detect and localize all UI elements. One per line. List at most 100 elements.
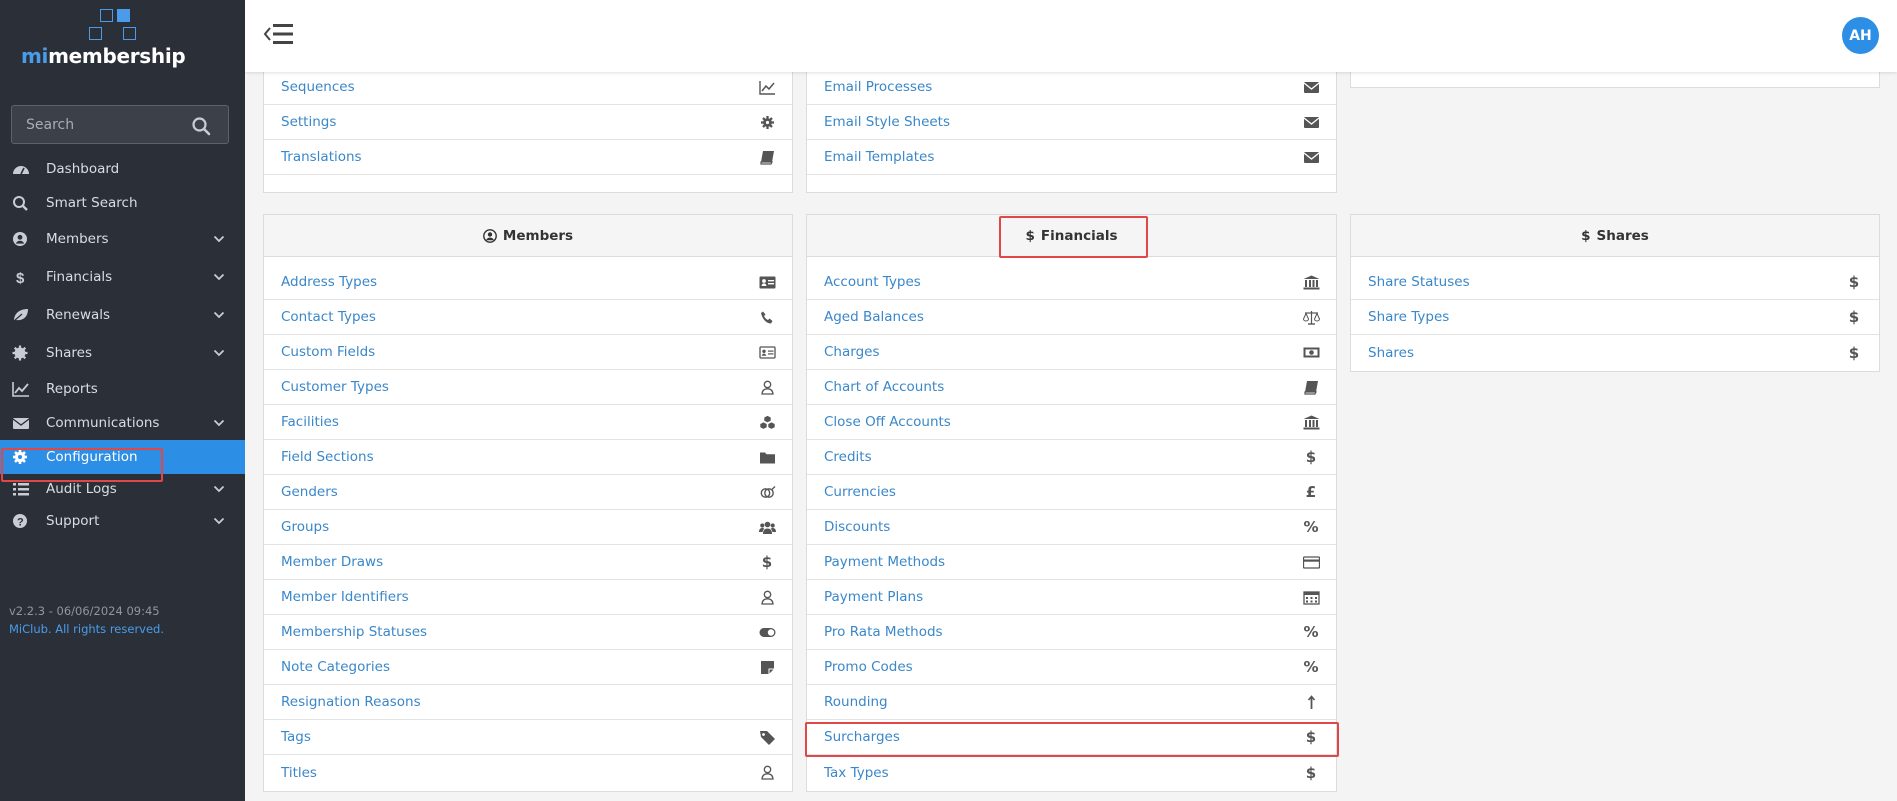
panel-system: Scheduled JobsSequencesSettingsTranslati… xyxy=(263,44,793,193)
chevron-down-icon[interactable] xyxy=(213,483,225,495)
list-item-label: Credits xyxy=(824,449,872,465)
list-item-label: Note Categories xyxy=(281,659,391,675)
list-item-label: Facilities xyxy=(281,414,339,430)
list-item-label: Member Identifiers xyxy=(281,589,409,605)
list-item-contact-types[interactable]: Contact Types xyxy=(264,300,792,335)
list-item-address-types[interactable]: Address Types xyxy=(264,265,792,300)
list-item-promo-codes[interactable]: Promo Codes% xyxy=(807,650,1336,685)
list-item-share-types[interactable]: Share Types $ xyxy=(1351,300,1879,335)
panel-title: Financials xyxy=(1040,227,1118,244)
copyright-link[interactable]: MiClub. All rights reserved. xyxy=(9,622,164,636)
list-item-pro-rata-methods[interactable]: Pro Rata Methods% xyxy=(807,615,1336,650)
sidebar-toggle-icon[interactable] xyxy=(263,22,295,46)
nav-item-financials[interactable]: $ Financials xyxy=(0,258,245,296)
list-item-discounts[interactable]: Discounts% xyxy=(807,510,1336,545)
arrow-up-icon xyxy=(1302,694,1320,710)
chevron-down-icon[interactable] xyxy=(213,271,225,283)
list-item-credits[interactable]: Credits $ xyxy=(807,440,1336,475)
list-item-facilities[interactable]: Facilities xyxy=(264,405,792,440)
chevron-down-icon[interactable] xyxy=(213,417,225,429)
panel-title: Members xyxy=(502,227,574,244)
nav-item-members[interactable]: Members xyxy=(0,220,245,258)
logo-suffix: membership xyxy=(48,44,186,68)
list-item-genders[interactable]: Genders xyxy=(264,475,792,510)
list-item-label: Share Types xyxy=(1368,309,1450,325)
list-item-settings[interactable]: Settings xyxy=(264,105,792,140)
list-item-field-sections[interactable]: Field Sections xyxy=(264,440,792,475)
list-item-label: Aged Balances xyxy=(824,309,924,325)
list-item-tags[interactable]: Tags xyxy=(264,720,792,755)
list-item-label: Sequences xyxy=(281,79,355,95)
nav-item-support[interactable]: ? Support xyxy=(0,504,245,538)
nav-label: Smart Search xyxy=(46,195,138,211)
list-item-aged-balances[interactable]: Aged Balances xyxy=(807,300,1336,335)
list-item-shares[interactable]: Shares $ xyxy=(1351,335,1879,370)
list-item-chart-of-accounts[interactable]: Chart of Accounts xyxy=(807,370,1336,405)
list-item-member-identifiers[interactable]: Member Identifiers xyxy=(264,580,792,615)
chevron-down-icon[interactable] xyxy=(213,309,225,321)
app-logo[interactable]: mimembership xyxy=(0,0,245,72)
nav-item-shares[interactable]: Shares xyxy=(0,334,245,372)
list-item-resignation-reasons[interactable]: Resignation Reasons xyxy=(264,685,792,720)
list-item-share-statuses[interactable]: Share Statuses $ xyxy=(1351,265,1879,300)
list-item-email-processes[interactable]: Email Processes xyxy=(807,70,1336,105)
list-item-note-categories[interactable]: Note Categories xyxy=(264,650,792,685)
nav-item-reports[interactable]: Reports xyxy=(0,372,245,406)
list-item-payment-methods[interactable]: Payment Methods xyxy=(807,545,1336,580)
nav-item-dashboard[interactable]: Dashboard xyxy=(0,152,245,186)
search-icon[interactable] xyxy=(191,116,211,136)
sidebar: mimembership Dashboard Smart Search Member… xyxy=(0,0,245,801)
list-item-label: Tax Types xyxy=(824,764,889,781)
list-item-member-draws[interactable]: Member Draws $ xyxy=(264,545,792,580)
panel-financials-header: $ Financials xyxy=(807,215,1336,257)
list-item-close-off-accounts[interactable]: Close Off Accounts xyxy=(807,405,1336,440)
calendar-icon xyxy=(1302,589,1320,605)
list-item-account-types[interactable]: Account Types xyxy=(807,265,1336,300)
chevron-down-icon[interactable] xyxy=(213,233,225,245)
app-logo-text: mimembership xyxy=(21,44,186,68)
list-item-tax-types[interactable]: Tax Types $ xyxy=(807,755,1336,790)
nav-item-audit-logs[interactable]: Audit Logs xyxy=(0,474,245,504)
list-item-charges[interactable]: Charges xyxy=(807,335,1336,370)
search-input[interactable] xyxy=(12,106,192,143)
nav-label: Configuration xyxy=(46,449,138,465)
money-bill-icon xyxy=(1302,344,1320,360)
list-item-label: Translations xyxy=(281,149,362,165)
dollar-icon: $ xyxy=(1848,273,1860,291)
phone-icon xyxy=(758,309,776,325)
list-item-sequences[interactable]: Sequences xyxy=(264,70,792,105)
list-item-label: Resignation Reasons xyxy=(281,694,421,710)
user-avatar[interactable]: AH xyxy=(1842,17,1879,54)
nav-item-smart-search[interactable]: Smart Search xyxy=(0,186,245,220)
list-item-label: Pro Rata Methods xyxy=(824,624,943,640)
chevron-down-icon[interactable] xyxy=(213,347,225,359)
list-item-label: Custom Fields xyxy=(281,344,376,360)
dollar-icon: $ xyxy=(12,269,30,287)
address-card-icon xyxy=(758,274,776,290)
list-item-membership-statuses[interactable]: Membership Statuses xyxy=(264,615,792,650)
gear-icon xyxy=(12,449,30,465)
list-item-translations[interactable]: Translations xyxy=(264,140,792,175)
list-item-label: Rounding xyxy=(824,694,888,710)
list-icon xyxy=(12,481,30,497)
dollar-icon: $ xyxy=(1305,763,1317,782)
list-item-customer-types[interactable]: Customer Types xyxy=(264,370,792,405)
list-item-email-templates[interactable]: Email Templates xyxy=(807,140,1336,175)
list-item-email-style-sheets[interactable]: Email Style Sheets xyxy=(807,105,1336,140)
nav-item-renewals[interactable]: Renewals xyxy=(0,296,245,334)
nav-item-configuration[interactable]: Configuration xyxy=(0,440,245,474)
chevron-down-icon[interactable] xyxy=(213,515,225,527)
list-item-currencies[interactable]: Currencies £ xyxy=(807,475,1336,510)
panel-shares: $ Shares Share Statuses $ Share Types $ Shar… xyxy=(1350,214,1880,372)
list-item-groups[interactable]: Groups xyxy=(264,510,792,545)
list-item-payment-plans[interactable]: Payment Plans xyxy=(807,580,1336,615)
list-item-custom-fields[interactable]: Custom Fields xyxy=(264,335,792,370)
list-item-surcharges[interactable]: Surcharges $ xyxy=(807,720,1336,755)
panel-title: Shares xyxy=(1596,227,1649,244)
nav-label: Reports xyxy=(46,381,98,397)
list-item-rounding[interactable]: Rounding xyxy=(807,685,1336,720)
nav-item-communications[interactable]: Communications xyxy=(0,406,245,440)
dollar-icon: $ xyxy=(1305,728,1317,746)
list-item-titles[interactable]: Titles xyxy=(264,755,792,790)
nav-label: Members xyxy=(46,231,109,247)
